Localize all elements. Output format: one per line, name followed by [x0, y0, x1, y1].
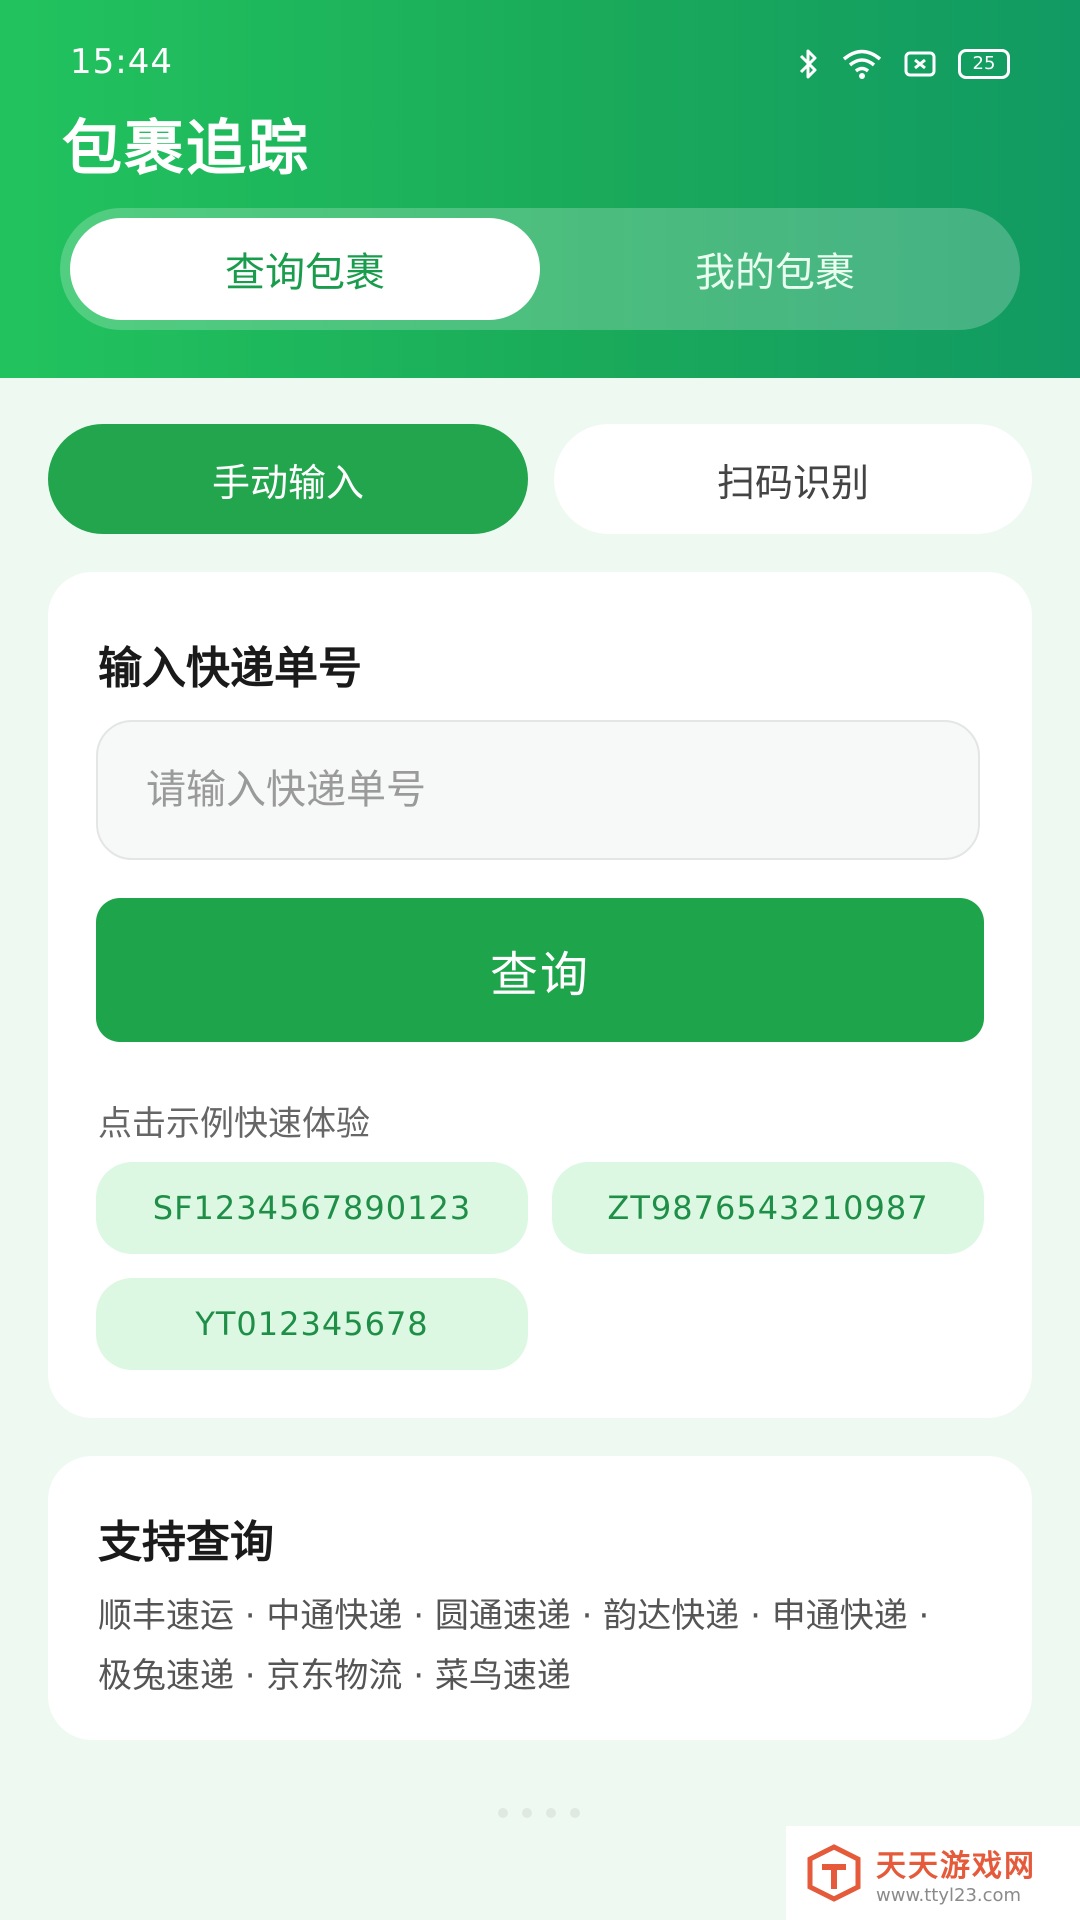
header: 15:44 25 包裹追踪 查询包裹 我的包裹: [0, 0, 1080, 378]
watermark-name: 天天游戏网: [876, 1848, 1036, 1884]
query-card: 输入快递单号 查询 点击示例快速体验 SF1234567890123 ZT987…: [48, 572, 1032, 1418]
tracking-number-field[interactable]: [96, 720, 980, 860]
example-chip-zt[interactable]: ZT9876543210987: [552, 1162, 984, 1254]
tracking-number-input[interactable]: [98, 722, 978, 858]
query-card-title: 输入快递单号: [98, 643, 362, 694]
input-mode-tabs: 手动输入 扫码识别: [48, 424, 1032, 534]
query-button[interactable]: 查询: [96, 898, 984, 1042]
watermark-text: 天天游戏网 www.ttyl23.com: [876, 1841, 1036, 1906]
page-dot: [522, 1808, 532, 1818]
example-chip-yt[interactable]: YT012345678: [96, 1278, 528, 1370]
tab-my-packages[interactable]: 我的包裹: [540, 218, 1010, 320]
status-icons: 25: [796, 44, 1010, 84]
watermark-url: www.ttyl23.com: [876, 1884, 1022, 1906]
tab-query-package[interactable]: 查询包裹: [70, 218, 540, 320]
status-time: 15:44: [70, 42, 173, 82]
page-dot: [546, 1808, 556, 1818]
top-tab-bar: 查询包裹 我的包裹: [60, 208, 1020, 330]
page-indicator: [498, 1808, 580, 1818]
app-title: 包裹追踪: [62, 114, 310, 184]
page-dot: [570, 1808, 580, 1818]
page-dot: [498, 1808, 508, 1818]
example-hint: 点击示例快速体验: [98, 1104, 370, 1144]
supported-carriers-list: 顺丰速运 · 中通快递 · 圆通速递 · 韵达快递 · 申通快递 · 极兔速递 …: [98, 1586, 998, 1706]
carriers-line-1: 顺丰速运 · 中通快递 · 圆通速递 · 韵达快递 · 申通快递 ·: [98, 1596, 930, 1636]
watermark: 天天游戏网 www.ttyl23.com: [786, 1826, 1080, 1920]
example-chip-sf[interactable]: SF1234567890123: [96, 1162, 528, 1254]
carriers-line-2: 极兔速递 · 京东物流 · 菜鸟速递: [98, 1656, 571, 1696]
support-card: 支持查询 顺丰速运 · 中通快递 · 圆通速递 · 韵达快递 · 申通快递 · …: [48, 1456, 1032, 1740]
sim-icon: [904, 51, 936, 77]
wifi-icon: [842, 49, 882, 79]
battery-icon: 25: [958, 49, 1010, 79]
tab-scan-code[interactable]: 扫码识别: [554, 424, 1032, 534]
bluetooth-icon: [799, 49, 817, 79]
watermark-logo-icon: [807, 1844, 861, 1902]
support-card-title: 支持查询: [98, 1517, 274, 1568]
tab-manual-input[interactable]: 手动输入: [48, 424, 528, 534]
